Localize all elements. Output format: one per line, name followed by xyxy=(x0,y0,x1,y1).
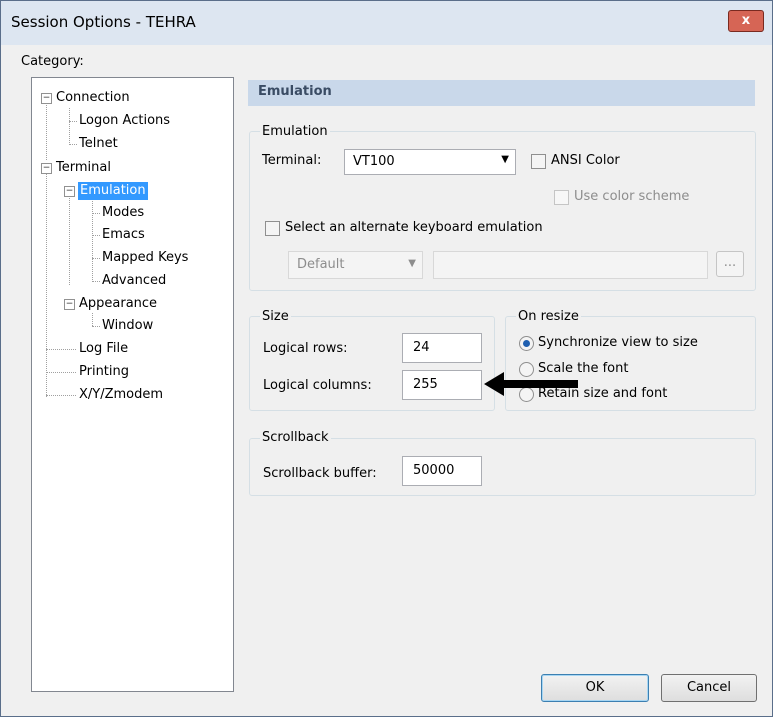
ok-button[interactable]: OK xyxy=(541,674,649,702)
ansi-color-label: ANSI Color xyxy=(551,153,620,168)
cancel-button[interactable]: Cancel xyxy=(661,674,757,702)
tree-item-window[interactable]: Window xyxy=(102,317,153,335)
collapse-emulation-icon[interactable]: − xyxy=(64,186,75,197)
tree-item-emacs[interactable]: Emacs xyxy=(102,226,145,244)
terminal-label: Terminal: xyxy=(262,153,322,168)
size-group-title: Size xyxy=(260,309,291,324)
emulation-group-title: Emulation xyxy=(260,124,330,139)
session-options-dialog: Session Options - TEHRA x Category: − Co… xyxy=(0,0,773,717)
logical-columns-input[interactable]: 255 xyxy=(402,370,482,400)
logical-rows-label: Logical rows: xyxy=(263,341,348,356)
tree-item-terminal[interactable]: Terminal xyxy=(56,159,111,177)
terminal-value: VT100 xyxy=(353,154,395,169)
tree-item-emulation[interactable]: Emulation xyxy=(78,182,148,200)
terminal-select[interactable]: VT100 ▼ xyxy=(344,149,516,175)
chevron-down-icon: ▼ xyxy=(501,154,509,165)
scrollback-buffer-input[interactable]: 50000 xyxy=(402,456,482,486)
alt-keyboard-label: Select an alternate keyboard emulation xyxy=(285,220,543,235)
tree-item-connection[interactable]: Connection xyxy=(56,89,130,107)
keyboard-emulation-value: Default xyxy=(297,257,345,272)
tree-item-modes[interactable]: Modes xyxy=(102,204,144,222)
tree-item-log-file[interactable]: Log File xyxy=(79,340,128,358)
alt-keyboard-checkbox[interactable] xyxy=(265,221,280,236)
category-tree[interactable]: − Connection Logon Actions Telnet − Term… xyxy=(31,77,234,692)
tree-item-telnet[interactable]: Telnet xyxy=(79,135,118,153)
collapse-connection-icon[interactable]: − xyxy=(41,93,52,104)
tree-item-appearance[interactable]: Appearance xyxy=(79,295,157,313)
tree-item-logon-actions[interactable]: Logon Actions xyxy=(79,112,170,130)
title-bar: Session Options - TEHRA x xyxy=(1,1,772,45)
logical-columns-label: Logical columns: xyxy=(263,378,372,393)
panel-title: Emulation xyxy=(258,84,332,99)
use-color-scheme-label: Use color scheme xyxy=(574,189,690,204)
collapse-appearance-icon[interactable]: − xyxy=(64,299,75,310)
keyboard-path-field[interactable] xyxy=(433,251,708,279)
panel-header: Emulation xyxy=(248,80,755,106)
radio-synchronize-label: Synchronize view to size xyxy=(538,335,698,350)
window-title: Session Options - TEHRA xyxy=(11,13,196,31)
tree-item-printing[interactable]: Printing xyxy=(79,363,129,381)
tree-item-advanced[interactable]: Advanced xyxy=(102,272,166,290)
tree-item-xyzmodem[interactable]: X/Y/Zmodem xyxy=(79,386,163,404)
collapse-terminal-icon[interactable]: − xyxy=(41,163,52,174)
close-button[interactable]: x xyxy=(728,10,764,32)
scrollback-group-title: Scrollback xyxy=(260,430,331,445)
logical-rows-input[interactable]: 24 xyxy=(402,333,482,363)
scrollback-buffer-label: Scrollback buffer: xyxy=(263,466,377,481)
ansi-color-checkbox[interactable] xyxy=(531,154,546,169)
on-resize-group-title: On resize xyxy=(516,309,581,324)
category-label: Category: xyxy=(21,54,84,69)
annotation-arrow-icon xyxy=(484,372,578,396)
tree-item-mapped-keys[interactable]: Mapped Keys xyxy=(102,249,188,267)
browse-button[interactable]: ... xyxy=(716,251,744,277)
chevron-down-icon: ▼ xyxy=(408,258,416,269)
use-color-scheme-checkbox[interactable] xyxy=(554,190,569,205)
keyboard-emulation-select[interactable]: Default ▼ xyxy=(288,251,423,279)
radio-synchronize[interactable] xyxy=(519,336,534,351)
